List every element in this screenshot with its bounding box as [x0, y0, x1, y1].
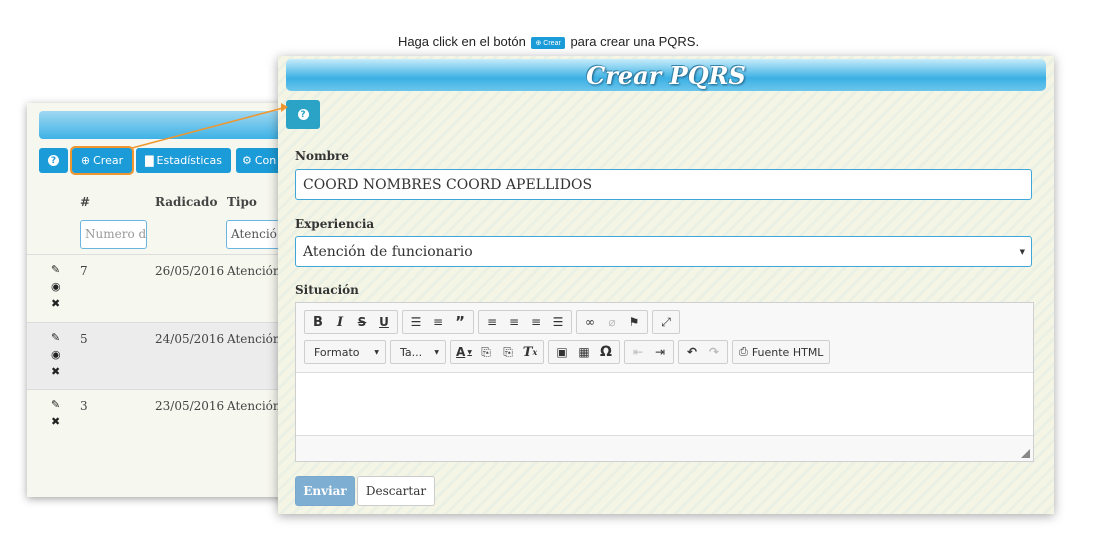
callout-connector: [131, 103, 288, 149]
callout-line: [131, 107, 284, 149]
callout-arrowhead: [281, 103, 288, 112]
